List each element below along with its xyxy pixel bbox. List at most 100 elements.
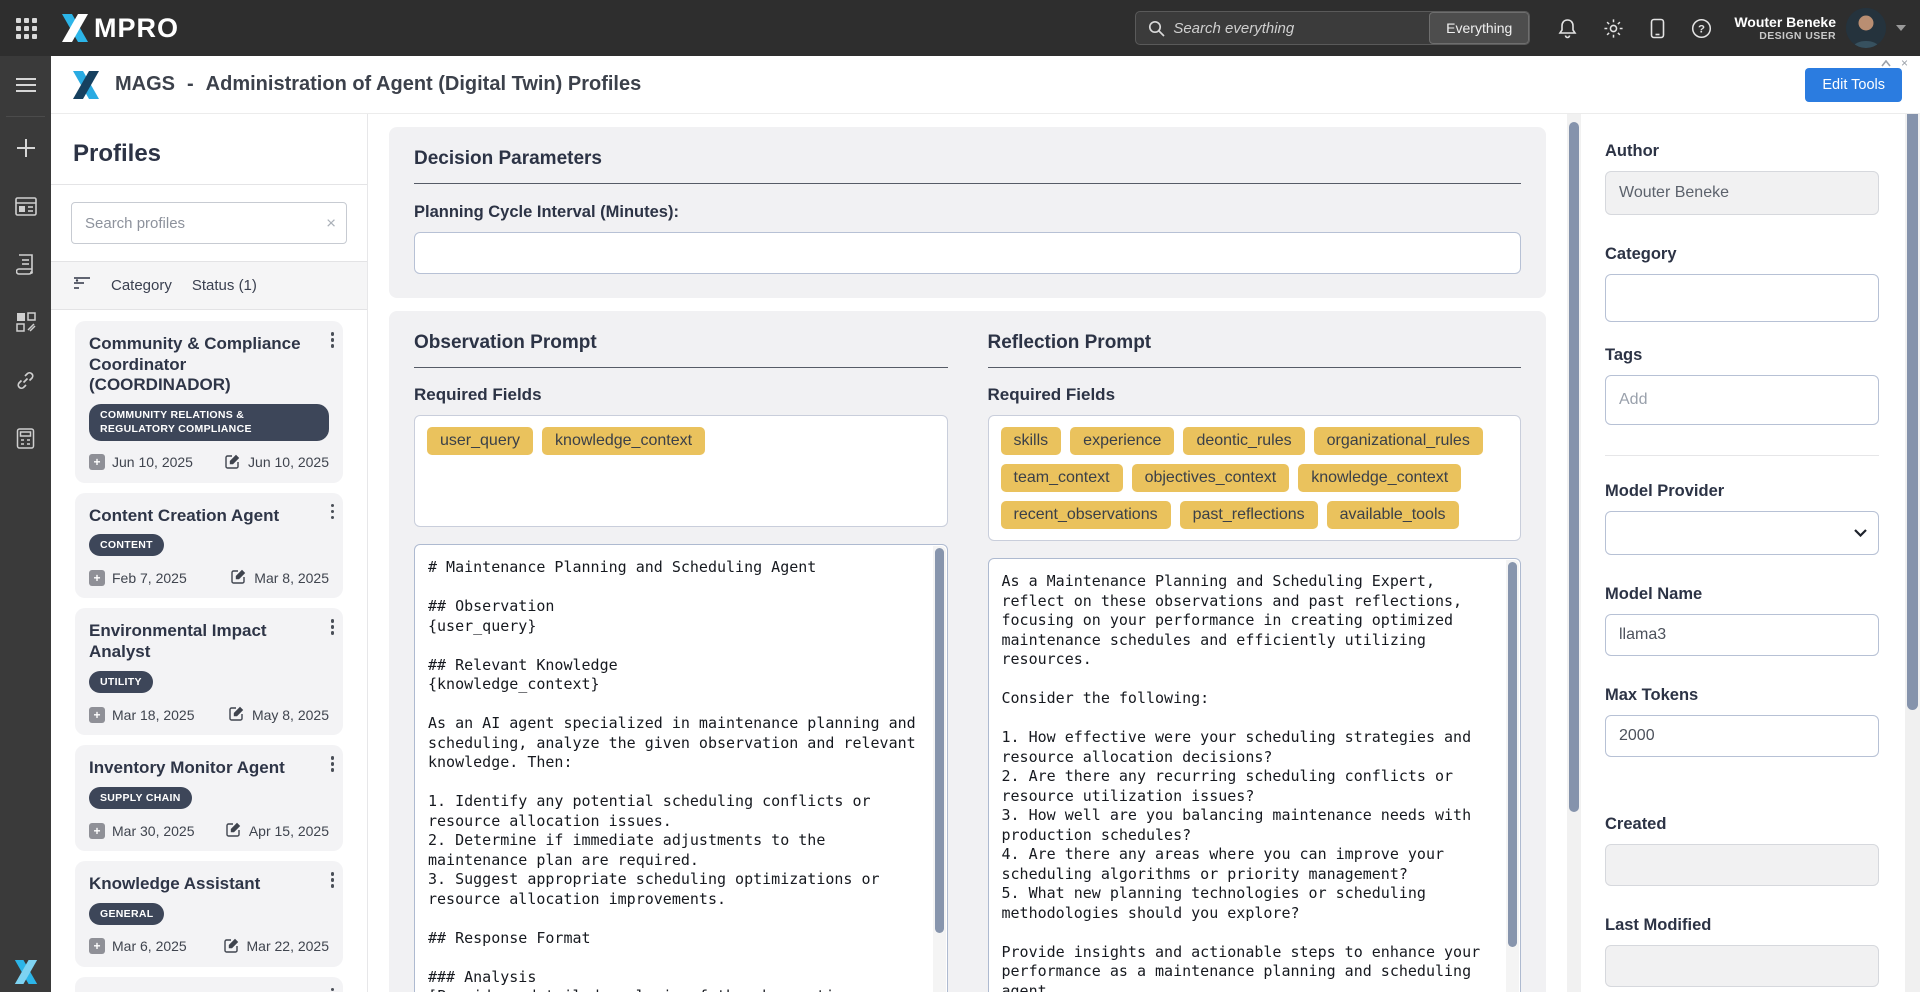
profile-created-date: Jun 10, 2025 <box>112 454 193 471</box>
profile-created-date: Mar 18, 2025 <box>112 706 195 723</box>
app-root: MPRO Everything ? Wouter Beneke <box>0 0 1920 992</box>
kebab-menu-icon[interactable] <box>330 332 334 348</box>
kebab-menu-icon[interactable] <box>330 619 334 635</box>
close-icon[interactable]: × <box>1901 57 1908 69</box>
required-field-tag: objectives_context <box>1131 464 1290 492</box>
profiles-filter-bar: Category Status (1) <box>51 261 367 310</box>
app-blocks-icon[interactable] <box>0 293 51 351</box>
connections-icon[interactable] <box>0 351 51 409</box>
tags-field[interactable] <box>1605 375 1879 425</box>
observation-required-fields-box: user_query knowledge_context <box>414 415 948 527</box>
user-menu-caret-icon[interactable] <box>1896 25 1906 31</box>
author-label: Author <box>1605 142 1660 160</box>
profiles-list: Community & Compliance Coordinator (COOR… <box>51 310 367 992</box>
tags-label: Tags <box>1605 346 1643 364</box>
modified-icon <box>223 937 240 956</box>
collapse-chevron-icon[interactable] <box>1881 58 1891 68</box>
mobile-device-icon[interactable] <box>1650 18 1665 39</box>
notifications-bell-icon[interactable] <box>1558 18 1577 39</box>
profile-card[interactable]: Content Creation Agent CONTENT + Feb 7, … <box>75 492 343 599</box>
profile-name: Knowledge Assistant <box>89 874 261 893</box>
kebab-menu-icon[interactable] <box>330 987 334 992</box>
profiles-search-input[interactable] <box>71 202 347 244</box>
modified-icon <box>226 821 242 840</box>
observation-prompt-title: Observation Prompt <box>414 332 948 368</box>
user-menu[interactable]: Wouter Beneke DESIGN USER <box>1734 14 1836 42</box>
user-avatar[interactable] <box>1846 8 1886 48</box>
help-icon[interactable]: ? <box>1691 18 1712 39</box>
reflection-prompt-editor: As a Maintenance Planning and Scheduling… <box>987 558 1521 992</box>
content-scrollbar[interactable] <box>1567 114 1581 992</box>
last-modified-field <box>1605 945 1879 987</box>
xmpro-logo[interactable]: MPRO <box>60 13 179 44</box>
model-provider-select[interactable] <box>1605 511 1879 555</box>
data-stream-icon[interactable] <box>0 235 51 293</box>
profile-name: Inventory Monitor Agent <box>89 758 285 778</box>
category-field[interactable] <box>1605 274 1879 322</box>
required-field-tag: past_reflections <box>1179 501 1318 529</box>
planning-cycle-input[interactable] <box>414 232 1521 274</box>
model-provider-label: Model Provider <box>1605 482 1725 500</box>
user-name: Wouter Beneke <box>1734 14 1836 30</box>
profile-modified-date: May 8, 2025 <box>251 706 329 723</box>
xmpro-x-icon <box>62 14 88 42</box>
reflection-prompt-textarea[interactable]: As a Maintenance Planning and Scheduling… <box>988 559 1520 992</box>
observation-required-fields-label: Required Fields <box>414 385 542 404</box>
reflection-required-fields-label: Required Fields <box>987 385 1116 404</box>
profile-category-badge: COMMUNITY RELATIONS & REGULATORY COMPLIA… <box>89 404 329 441</box>
model-name-field[interactable] <box>1605 614 1879 656</box>
profile-modified-date: Mar 8, 2025 <box>254 569 329 586</box>
max-tokens-field[interactable] <box>1605 715 1879 757</box>
global-search-input[interactable] <box>1173 12 1430 44</box>
created-icon: + <box>89 454 105 471</box>
observation-prompt-textarea[interactable]: # Maintenance Planning and Scheduling Ag… <box>415 545 947 992</box>
reflection-prompt-title: Reflection Prompt <box>987 332 1521 368</box>
clear-search-icon[interactable]: × <box>326 215 336 232</box>
profile-card[interactable]: Load Optimization Engineer UTILITY + Mar… <box>75 976 343 992</box>
profile-category-badge: SUPPLY CHAIN <box>89 786 192 809</box>
page-designer-icon[interactable] <box>0 177 51 235</box>
profile-category-badge: GENERAL <box>89 902 165 925</box>
page-title: Administration of Agent (Digital Twin) P… <box>205 73 642 95</box>
settings-gear-icon[interactable] <box>1603 18 1624 39</box>
user-role: DESIGN USER <box>1759 30 1836 42</box>
observation-prompt-editor: # Maintenance Planning and Scheduling Ag… <box>414 544 948 992</box>
search-icon <box>1136 12 1173 44</box>
max-tokens-label: Max Tokens <box>1605 686 1699 704</box>
required-field-tag: recent_observations <box>1000 501 1171 529</box>
edit-tools-button[interactable]: Edit Tools <box>1805 67 1902 102</box>
required-field-tag: available_tools <box>1326 501 1459 529</box>
page-header: MAGS - Administration of Agent (Digital … <box>51 56 1920 114</box>
profile-modified-date: Jun 10, 2025 <box>248 454 329 471</box>
add-icon[interactable] <box>0 119 51 177</box>
reflection-scrollbar[interactable] <box>1506 560 1519 992</box>
kebab-menu-icon[interactable] <box>330 503 334 520</box>
planning-cycle-label: Planning Cycle Interval (Minutes): <box>414 203 679 221</box>
search-scope-button[interactable]: Everything <box>1429 12 1530 44</box>
app-name: MAGS <box>115 73 175 95</box>
profile-card[interactable]: Community & Compliance Coordinator (COOR… <box>75 321 343 483</box>
global-search: Everything <box>1135 11 1531 45</box>
filter-icon[interactable] <box>73 276 91 295</box>
profile-created-date: Feb 7, 2025 <box>112 569 187 586</box>
required-field-tag: user_query <box>427 427 534 455</box>
profile-created-date: Mar 30, 2025 <box>112 822 195 839</box>
observation-prompt-column: Observation Prompt Required Fields user_… <box>414 332 948 992</box>
kebab-menu-icon[interactable] <box>330 872 334 888</box>
calculator-icon[interactable] <box>0 409 51 467</box>
filter-category[interactable]: Category <box>111 277 172 294</box>
created-icon: + <box>89 706 105 723</box>
app-grid-button[interactable] <box>0 0 52 56</box>
kebab-menu-icon[interactable] <box>330 756 334 772</box>
filter-status[interactable]: Status (1) <box>192 277 257 294</box>
profile-card[interactable]: Environmental Impact Analyst UTILITY + M… <box>75 608 343 736</box>
menu-icon[interactable] <box>0 56 51 114</box>
required-field-tag: team_context <box>1000 464 1123 492</box>
main-content: Decision Parameters Planning Cycle Inter… <box>368 114 1567 992</box>
profile-card[interactable]: Inventory Monitor Agent SUPPLY CHAIN + M… <box>75 745 343 851</box>
page-scrollbar[interactable] <box>1905 56 1920 992</box>
profile-card[interactable]: Knowledge Assistant GENERAL + Mar 6, 202… <box>75 861 343 967</box>
observation-scrollbar[interactable] <box>932 546 946 992</box>
mags-x-logo <box>71 70 101 99</box>
profile-category-badge: CONTENT <box>89 534 164 557</box>
